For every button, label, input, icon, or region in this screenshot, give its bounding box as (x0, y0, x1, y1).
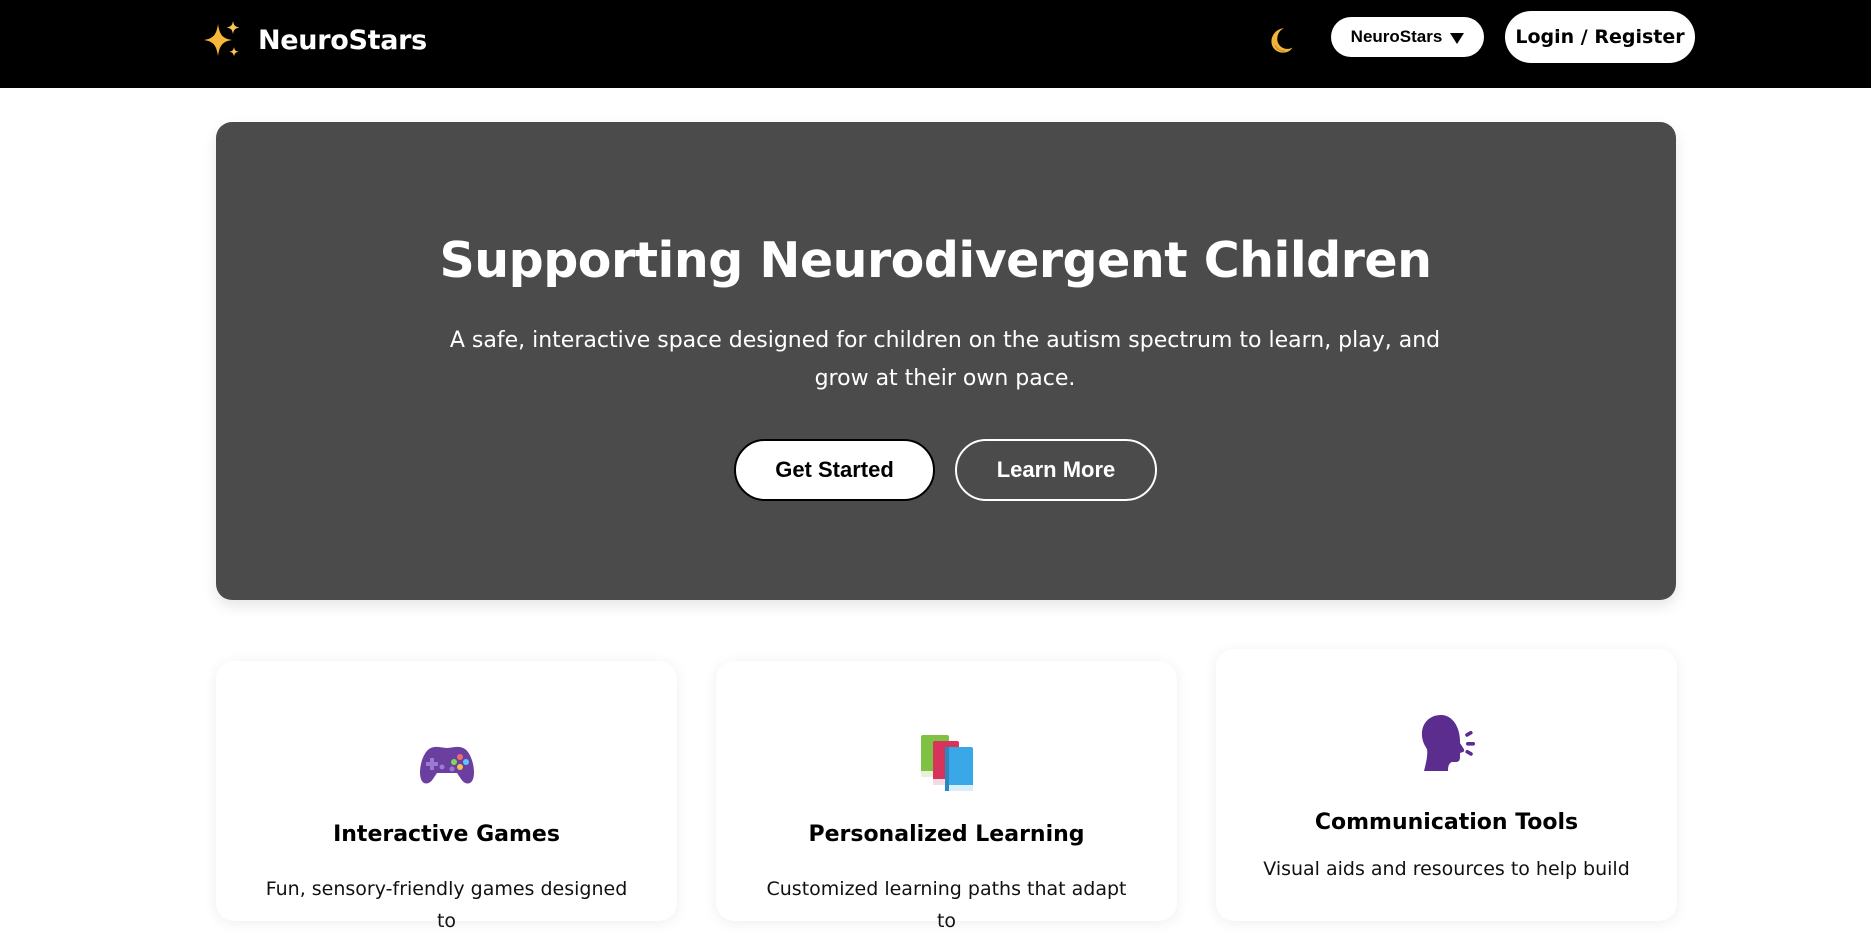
game-controller-icon (419, 746, 474, 784)
hero-title: Supporting Neurodivergent Children (439, 232, 1432, 289)
hero-subtitle: A safe, interactive space designed for c… (449, 328, 1441, 391)
feature-description: Fun, sensory-friendly games designed to (265, 878, 628, 932)
learn-more-button[interactable]: Learn More (955, 439, 1157, 501)
brand-link[interactable]: NeuroStars (200, 18, 427, 62)
crescent-moon-icon (1271, 28, 1293, 53)
theme-toggle-button[interactable] (1262, 22, 1298, 58)
feature-description: Customized learning paths that adapt to (766, 878, 1127, 932)
feature-title: Personalized Learning (808, 822, 1085, 847)
language-select[interactable]: NeuroStars (1331, 17, 1484, 57)
login-register-button[interactable]: Login / Register (1505, 11, 1695, 63)
brand-name: NeuroStars (258, 24, 427, 56)
feature-card-communication[interactable]: Communication Tools Visual aids and reso… (1216, 649, 1677, 921)
feature-card-learning[interactable]: Personalized Learning Customized learnin… (716, 661, 1177, 932)
sparkles-icon (204, 21, 240, 57)
feature-description: Visual aids and resources to help build (1263, 858, 1630, 880)
navbar: NeuroStars NeuroStars Login / Register (0, 0, 1871, 88)
get-started-button[interactable]: Get Started (734, 439, 935, 501)
language-select-value: NeuroStars (1350, 27, 1443, 46)
books-icon (920, 735, 973, 791)
feature-title: Communication Tools (1314, 810, 1579, 835)
feature-card-games[interactable]: Interactive Games Fun, sensory-friendly … (216, 661, 677, 932)
caret-down-icon (1450, 32, 1465, 44)
speaking-head-icon (1421, 715, 1475, 771)
feature-title: Interactive Games (333, 822, 560, 847)
